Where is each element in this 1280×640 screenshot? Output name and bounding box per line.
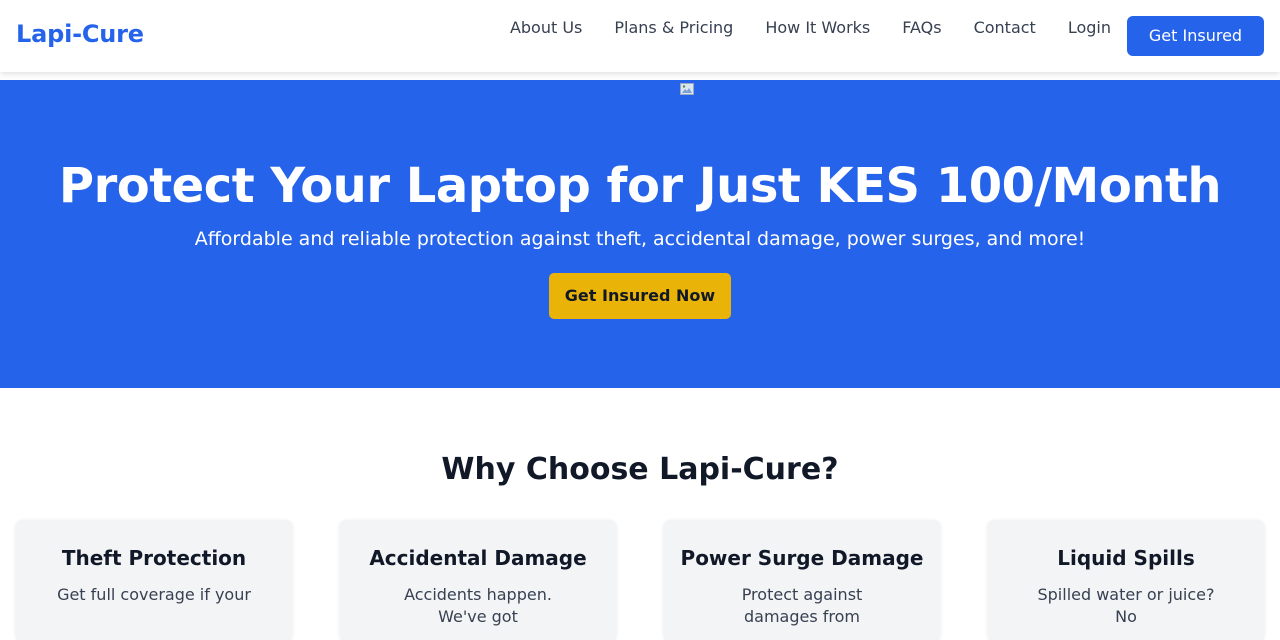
broken-image-icon	[680, 82, 696, 96]
feature-card-power-surge: Power Surge Damage Protect against damag…	[664, 520, 940, 640]
get-insured-button[interactable]: Get Insured	[1127, 16, 1264, 56]
brand-logo[interactable]: Lapi-Cure	[16, 20, 144, 48]
features-title: Why Choose Lapi-Cure?	[441, 452, 839, 487]
feature-card-liquid-spills: Liquid Spills Spilled water or juice? No	[988, 520, 1264, 640]
feature-card-title: Accidental Damage	[369, 546, 587, 570]
feature-card-text: Get full coverage if your	[57, 585, 251, 604]
get-insured-now-button[interactable]: Get Insured Now	[549, 273, 731, 319]
feature-card-accidental: Accidental Damage Accidents happen. We'v…	[340, 520, 616, 640]
feature-card-title: Theft Protection	[61, 546, 247, 570]
nav-contact[interactable]: Contact	[974, 17, 1036, 39]
nav-login[interactable]: Login	[1068, 17, 1111, 39]
feature-card-text: Protect against damages from	[741, 585, 863, 626]
feature-card-text: Spilled water or juice? No	[1037, 585, 1215, 626]
nav-faqs[interactable]: FAQs	[902, 17, 941, 39]
nav-plans-pricing[interactable]: Plans & Pricing	[614, 17, 733, 39]
site-header: Lapi-Cure About Us Plans & Pricing How I…	[0, 0, 1280, 72]
main-nav: About Us Plans & Pricing How It Works FA…	[510, 17, 1111, 39]
hero-title: Protect Your Laptop for Just KES 100/Mon…	[58, 158, 1222, 214]
feature-card-text: Accidents happen. We've got	[404, 585, 552, 626]
nav-how-it-works[interactable]: How It Works	[765, 17, 870, 39]
hero-section: Protect Your Laptop for Just KES 100/Mon…	[0, 80, 1280, 388]
hero-subtitle: Affordable and reliable protection again…	[194, 228, 1086, 250]
feature-card-theft: Theft Protection Get full coverage if yo…	[16, 520, 292, 640]
nav-about-us[interactable]: About Us	[510, 17, 582, 39]
feature-card-title: Power Surge Damage	[680, 546, 924, 570]
feature-card-title: Liquid Spills	[1057, 546, 1195, 570]
